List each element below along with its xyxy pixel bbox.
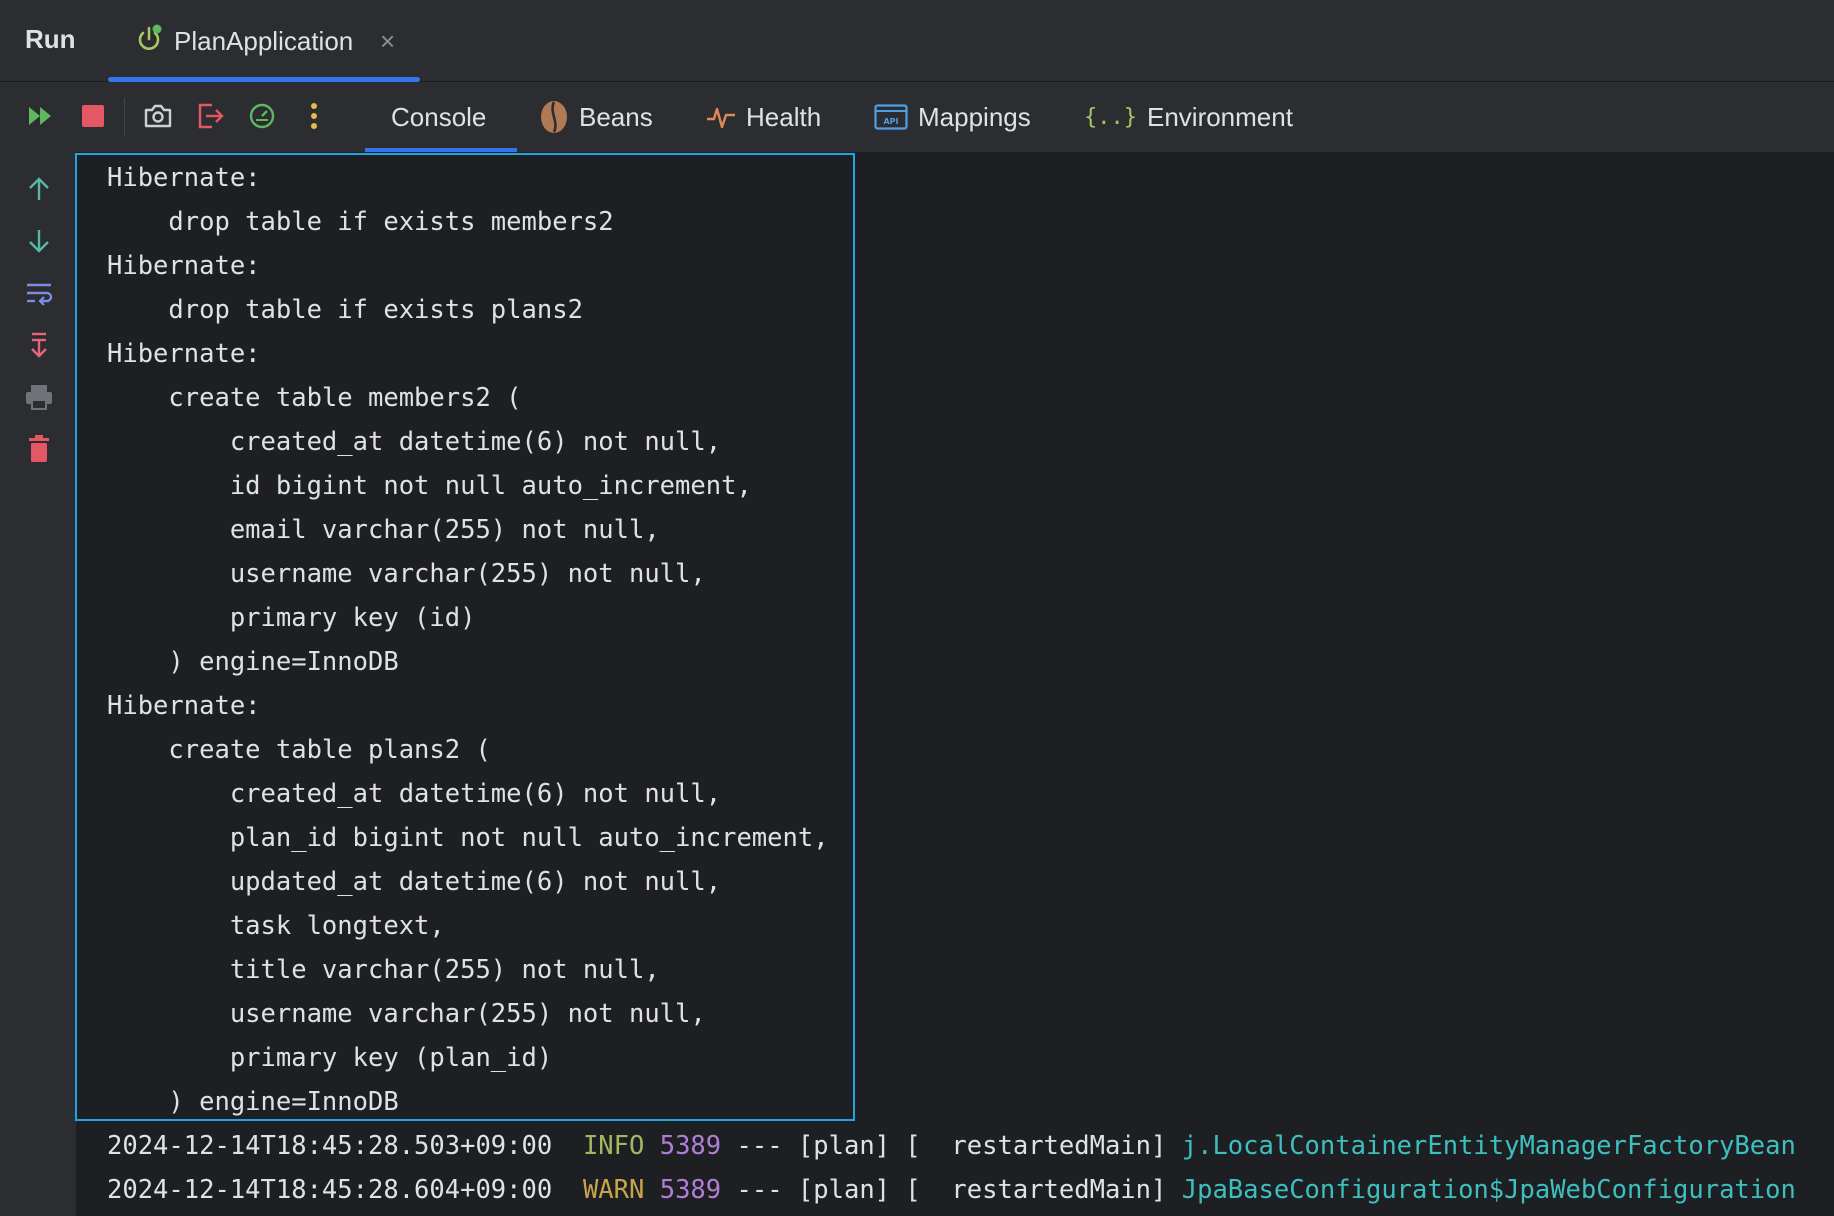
- console-output[interactable]: Hibernate: drop table if exists members2…: [76, 152, 1834, 1216]
- console-line: create table plans2 (: [107, 735, 491, 765]
- log-pid: 5389: [659, 1131, 722, 1161]
- soft-wrap-icon[interactable]: [20, 274, 58, 312]
- console-line: Hibernate:: [107, 163, 276, 193]
- close-tab-icon[interactable]: ×: [380, 26, 395, 57]
- console-line: email varchar(255) not null,: [107, 515, 660, 545]
- console-line: created_at datetime(6) not null,: [107, 779, 722, 809]
- profiler-icon[interactable]: [245, 99, 279, 133]
- log-pid: 5389: [659, 1175, 722, 1205]
- console-line: updated_at datetime(6) not null,: [107, 867, 722, 897]
- log-line: 2024-12-14T18:45:28.503+09:00 INFO 5389 …: [107, 1124, 1796, 1168]
- console-line: primary key (id): [107, 603, 476, 633]
- pulse-icon: [707, 107, 735, 129]
- console-line: username varchar(255) not null,: [107, 999, 706, 1029]
- console-line: ) engine=InnoDB: [107, 647, 399, 677]
- log-level-warn: WARN: [582, 1175, 645, 1205]
- stop-icon[interactable]: [76, 99, 110, 133]
- console-line: Hibernate:: [107, 691, 276, 721]
- console-line: created_at datetime(6) not null,: [107, 427, 722, 457]
- console-line: task longtext,: [107, 911, 445, 941]
- exit-icon[interactable]: [193, 99, 227, 133]
- console-line: drop table if exists plans2: [107, 295, 583, 325]
- braces-icon: {..}: [1084, 104, 1137, 130]
- rerun-icon[interactable]: [24, 99, 58, 133]
- clear-trash-icon[interactable]: [20, 430, 58, 468]
- more-options-icon[interactable]: [297, 99, 331, 133]
- console-line: Hibernate:: [107, 251, 276, 281]
- console-line: Hibernate:: [107, 339, 276, 369]
- app-tab-label: PlanApplication: [174, 25, 354, 56]
- tab-environment-label: Environment: [1146, 101, 1293, 132]
- console-line: title varchar(255) not null,: [107, 955, 660, 985]
- scroll-to-end-icon[interactable]: [20, 326, 58, 364]
- tab-plan-application[interactable]: PlanApplication ×: [108, 0, 420, 82]
- tab-console-label: Console: [391, 101, 487, 132]
- log-level-info: INFO: [582, 1131, 645, 1161]
- tab-beans[interactable]: Beans: [539, 82, 653, 152]
- bean-icon: [541, 101, 567, 133]
- console-line: primary key (plan_id): [107, 1043, 553, 1073]
- print-icon[interactable]: [20, 378, 58, 416]
- console-line: username varchar(255) not null,: [107, 559, 706, 589]
- api-badge-text: API: [883, 117, 898, 126]
- run-panel-label: Run: [25, 24, 76, 54]
- tab-environment[interactable]: {..} Environment: [1084, 82, 1293, 152]
- log-thread: --- [plan] [ restartedMain]: [736, 1131, 1167, 1161]
- console-line: create table members2 (: [107, 383, 522, 413]
- run-tool-window-header: Run PlanApplication ×: [0, 0, 1834, 82]
- tab-console[interactable]: Console: [391, 82, 486, 152]
- console-line: id bigint not null auto_increment,: [107, 471, 752, 501]
- tab-beans-label: Beans: [579, 101, 653, 132]
- console-line: drop table if exists members2: [107, 207, 614, 237]
- console-side-toolbar: [0, 152, 76, 1216]
- console-line: plan_id bigint not null auto_increment,: [107, 823, 829, 853]
- tab-mappings-label: Mappings: [918, 101, 1031, 132]
- tab-mappings[interactable]: API Mappings: [874, 82, 1031, 152]
- api-icon: API: [874, 104, 908, 130]
- tab-health[interactable]: Health: [706, 82, 821, 152]
- run-toolbar: Console Beans Health API Mappings {..} E…: [0, 82, 1834, 152]
- console-line: ) engine=InnoDB: [107, 1087, 399, 1117]
- toolbar-separator: [124, 98, 125, 136]
- tab-health-label: Health: [746, 101, 822, 132]
- arrow-down-icon[interactable]: [20, 222, 58, 260]
- log-logger-link[interactable]: j.LocalContainerEntityManagerFactoryBean: [1182, 1131, 1796, 1161]
- log-logger-link[interactable]: JpaBaseConfiguration$JpaWebConfiguration: [1182, 1175, 1796, 1205]
- log-timestamp: 2024-12-14T18:45:28.503+09:00: [107, 1131, 553, 1161]
- log-line: 2024-12-14T18:45:28.604+09:00 WARN 5389 …: [107, 1168, 1796, 1212]
- log-timestamp: 2024-12-14T18:45:28.604+09:00: [107, 1175, 553, 1205]
- camera-icon[interactable]: [141, 99, 175, 133]
- log-thread: --- [plan] [ restartedMain]: [736, 1175, 1167, 1205]
- spring-boot-run-icon: [138, 24, 162, 50]
- arrow-up-icon[interactable]: [20, 170, 58, 208]
